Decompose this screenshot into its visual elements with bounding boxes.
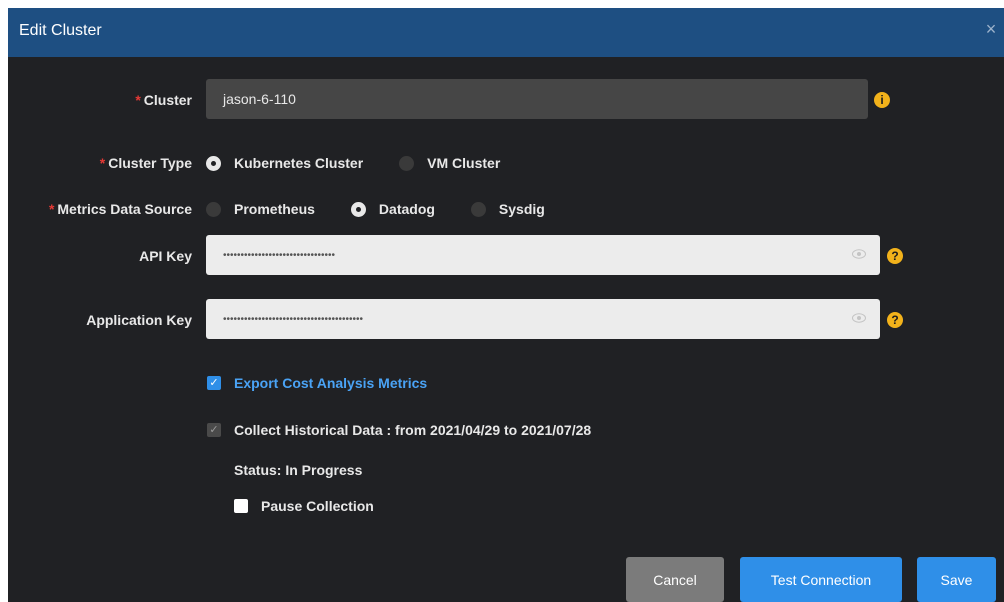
- radio-sysdig[interactable]: Sysdig: [470, 201, 545, 217]
- cancel-button[interactable]: Cancel: [626, 557, 724, 602]
- metrics-data-source-label: * Metrics Data Source: [48, 201, 192, 217]
- radio-unselected-icon: [399, 155, 415, 171]
- radio-vm-cluster[interactable]: VM Cluster: [399, 155, 500, 171]
- close-icon[interactable]: ×: [982, 20, 1000, 38]
- pause-collection-checkbox[interactable]: Pause Collection: [234, 498, 374, 514]
- metrics-source-radio-group: Prometheus Datadog Sysdig: [206, 199, 581, 219]
- save-button[interactable]: Save: [917, 557, 996, 602]
- required-mark: *: [48, 201, 55, 217]
- radio-label: Prometheus: [234, 201, 315, 217]
- radio-unselected-icon: [470, 201, 486, 217]
- export-cost-metrics-label: Export Cost Analysis Metrics: [234, 375, 428, 391]
- radio-label: VM Cluster: [427, 155, 501, 171]
- checkbox-checked-icon: ✓: [207, 376, 221, 390]
- cluster-label: * Cluster: [135, 92, 192, 108]
- export-cost-metrics-checkbox[interactable]: ✓ Export Cost Analysis Metrics: [207, 375, 427, 391]
- collect-historical-data-label: Collect Historical Data : from 2021/04/2…: [234, 422, 592, 438]
- radio-prometheus[interactable]: Prometheus: [206, 201, 315, 217]
- api-key-masked-value: ••••••••••••••••••••••••••••••••: [223, 249, 336, 261]
- application-key-label: Application Key: [86, 312, 192, 328]
- radio-datadog[interactable]: Datadog: [350, 201, 435, 217]
- eye-icon[interactable]: [852, 313, 866, 323]
- pause-collection-label: Pause Collection: [261, 498, 374, 514]
- radio-selected-icon: [350, 201, 366, 217]
- test-connection-button[interactable]: Test Connection: [740, 557, 902, 602]
- dialog-title: Edit Cluster: [19, 22, 102, 39]
- application-key-masked-value: ••••••••••••••••••••••••••••••••••••••••: [223, 313, 364, 325]
- help-icon[interactable]: ?: [887, 312, 903, 328]
- dialog-title-bar: Edit Cluster ×: [8, 8, 1004, 57]
- edit-cluster-dialog: Edit Cluster × * Cluster jason-6-110 i * C…: [8, 8, 1004, 602]
- radio-label: Sysdig: [498, 201, 545, 217]
- application-key-input[interactable]: ••••••••••••••••••••••••••••••••••••••••: [206, 299, 880, 339]
- collect-historical-data-checkbox: ✓ Collect Historical Data : from 2021/04…: [207, 422, 591, 438]
- checkbox-checked-disabled-icon: ✓: [207, 423, 221, 437]
- radio-kubernetes-cluster[interactable]: Kubernetes Cluster: [206, 155, 363, 171]
- help-icon[interactable]: ?: [887, 248, 903, 264]
- eye-icon[interactable]: [852, 249, 866, 259]
- required-mark: *: [135, 92, 141, 108]
- cluster-name-value: jason-6-110: [223, 91, 296, 107]
- cluster-type-label: * Cluster Type: [99, 155, 192, 171]
- info-icon[interactable]: i: [874, 92, 890, 108]
- api-key-label: API Key: [139, 248, 192, 264]
- required-mark: *: [99, 155, 106, 171]
- radio-label: Datadog: [378, 201, 435, 217]
- api-key-input[interactable]: ••••••••••••••••••••••••••••••••: [206, 235, 880, 275]
- checkbox-unchecked-icon: [234, 499, 248, 513]
- radio-label: Kubernetes Cluster: [234, 155, 364, 171]
- collection-status-text: Status: In Progress: [234, 462, 363, 478]
- cluster-name-input[interactable]: jason-6-110: [206, 79, 868, 119]
- radio-unselected-icon: [206, 201, 221, 217]
- cluster-type-radio-group: Kubernetes Cluster VM Cluster: [206, 153, 536, 173]
- radio-selected-icon: [206, 155, 221, 171]
